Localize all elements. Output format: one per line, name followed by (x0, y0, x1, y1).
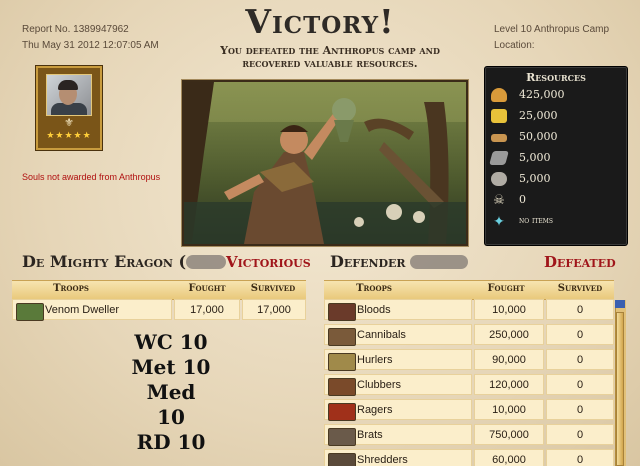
table-row[interactable]: Cannibals 250,000 0 (324, 323, 614, 346)
battle-scene-image (182, 80, 468, 246)
col-survived: Survived (250, 283, 296, 294)
table-row[interactable]: Venom Dweller 17,000 17,000 (12, 298, 306, 321)
troop-survived: 0 (546, 424, 614, 445)
troop-fought: 10,000 (474, 399, 544, 420)
defender-result: Defeated (544, 253, 616, 271)
resource-gold: 25,000 (491, 108, 621, 126)
clubbers-icon (328, 378, 356, 396)
troop-fought: 17,000 (174, 299, 240, 320)
skull-icon: ☠ (493, 192, 505, 207)
defender-name: Defender (330, 252, 406, 271)
table-row[interactable]: Clubbers 120,000 0 (324, 373, 614, 396)
note-line: WC 10 (134, 330, 208, 354)
player-avatar[interactable]: ⚜ ★★★★★ (36, 66, 102, 150)
troop-name: Cannibals (357, 329, 406, 341)
victory-subtitle: You defeated the Anthropus camp and reco… (190, 44, 470, 70)
avatar-photo (46, 74, 92, 116)
troop-survived: 0 (546, 349, 614, 370)
note-line: Med 10 (146, 380, 196, 429)
col-fought: Fought (188, 283, 226, 294)
souls-message: Souls not awarded from Anthropus (22, 172, 161, 182)
gold-icon (491, 109, 507, 123)
note-line: RD 10 (136, 430, 206, 454)
table-row[interactable]: Brats 750,000 0 (324, 423, 614, 446)
bloods-icon (328, 303, 356, 321)
table-row[interactable]: Shredders 60,000 0 (324, 448, 614, 466)
col-fought: Fought (487, 283, 525, 294)
brats-icon (328, 428, 356, 446)
hurlers-icon (328, 353, 356, 371)
cannibals-icon (328, 328, 356, 346)
scroll-up-arrow-icon[interactable] (615, 300, 625, 308)
resources-title: Resources (526, 71, 586, 84)
resource-food: 425,000 (491, 87, 621, 105)
note-line: Met 10 (131, 355, 211, 379)
troop-name: Ragers (357, 404, 393, 416)
shredders-icon (328, 453, 356, 466)
attacker-result: Victorious (226, 253, 311, 271)
troop-name: Brats (357, 429, 383, 441)
troop-fought: 10,000 (474, 299, 544, 320)
page-title: Victory! (245, 2, 395, 41)
troop-survived: 0 (546, 324, 614, 345)
troop-survived: 0 (546, 374, 614, 395)
ragers-icon (328, 403, 356, 421)
redacted-attacker-tag (186, 255, 226, 269)
col-troops: Troops (53, 283, 89, 294)
troop-survived: 0 (546, 399, 614, 420)
metal-icon (489, 151, 509, 165)
attacker-table-header: Troops Fought Survived (12, 280, 306, 300)
table-row[interactable]: Hurlers 90,000 0 (324, 348, 614, 371)
food-icon (491, 88, 507, 102)
attacker-name: De Mighty Eragon ( (22, 252, 187, 271)
redacted-defender-tag (410, 255, 468, 269)
troop-name: Bloods (357, 304, 391, 316)
star-item-icon: ✦ (493, 213, 505, 229)
rank-stars: ★★★★★ (46, 130, 92, 140)
troop-name: Venom Dweller (45, 304, 119, 316)
subtitle-line-1: You defeated the Anthropus camp and (220, 44, 440, 57)
stone-icon (491, 172, 507, 186)
col-survived: Survived (557, 283, 603, 294)
troop-name: Hurlers (357, 354, 393, 366)
troop-fought: 250,000 (474, 324, 544, 345)
table-row[interactable]: Bloods 10,000 0 (324, 298, 614, 321)
troop-fought: 750,000 (474, 424, 544, 445)
lumber-icon (491, 134, 507, 142)
resource-souls: ☠ 0 (491, 192, 621, 210)
troop-fought: 60,000 (474, 449, 544, 466)
troop-name: Clubbers (357, 379, 402, 391)
subtitle-line-2: recovered valuable resources. (242, 57, 418, 70)
troop-fought: 120,000 (474, 374, 544, 395)
table-row[interactable]: Ragers 10,000 0 (324, 398, 614, 421)
resource-metal: 5,000 (489, 150, 621, 168)
resource-items: ✦ no items (491, 213, 621, 231)
col-troops: Troops (356, 283, 392, 294)
notes-overlay: WC 10 Met 10 Med 10 RD 10 (130, 330, 212, 455)
troop-fought: 90,000 (474, 349, 544, 370)
troop-survived: 0 (546, 449, 614, 466)
venom-dweller-icon (16, 303, 44, 321)
troop-name: Shredders (357, 454, 408, 466)
resource-stone: 5,000 (491, 171, 621, 189)
defender-table-header: Troops Fought Survived (324, 280, 614, 300)
scroll-thumb[interactable] (616, 312, 624, 466)
wings-emblem-icon: ⚜ (64, 117, 74, 129)
resource-lumber: 50,000 (491, 129, 621, 147)
resources-panel: Resources 425,000 25,000 50,000 5,000 5,… (484, 66, 628, 246)
troop-survived: 17,000 (242, 299, 306, 320)
troop-survived: 0 (546, 299, 614, 320)
